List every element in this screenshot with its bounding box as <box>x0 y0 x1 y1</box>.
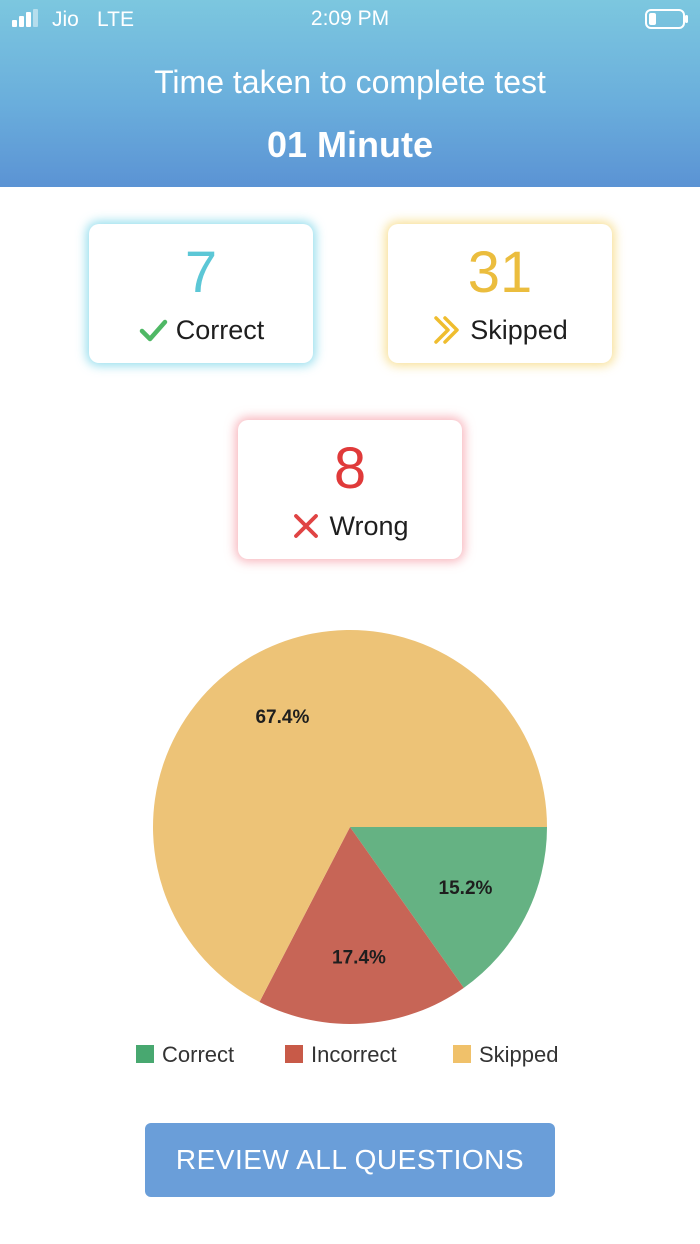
legend-item-correct: Correct <box>136 1042 234 1067</box>
legend-swatch-incorrect <box>285 1045 303 1063</box>
wrong-count-card: 8 Wrong <box>238 420 462 559</box>
skipped-count: 31 <box>467 240 533 305</box>
double-chevron-right-icon <box>434 316 459 344</box>
correct-count: 7 <box>184 240 218 305</box>
check-icon <box>139 319 167 342</box>
wrong-count: 8 <box>333 436 367 501</box>
review-all-questions-button[interactable]: REVIEW ALL QUESTIONS <box>145 1123 555 1197</box>
legend-item-incorrect: Incorrect <box>285 1042 397 1067</box>
results-header: Jio LTE 2:09 PM Time taken to complete t… <box>0 0 700 187</box>
legend-label-incorrect: Incorrect <box>311 1042 397 1067</box>
legend-label-correct: Correct <box>162 1042 234 1067</box>
pie-label-incorrect: 17.4% <box>332 948 386 969</box>
legend-label-skipped: Skipped <box>479 1042 559 1067</box>
time-taken-label: Time taken to complete test <box>154 64 546 100</box>
correct-count-card: 7 Correct <box>89 224 313 363</box>
results-pie-chart: 15.2% 17.4% 67.4% Correct Incorrect Skipped <box>136 630 559 1067</box>
status-time: 2:09 PM <box>310 7 390 30</box>
correct-label: Correct <box>175 314 265 345</box>
skipped-label-row: Skipped <box>388 312 612 348</box>
legend-item-skipped: Skipped <box>453 1042 559 1067</box>
status-bar: Jio LTE 2:09 PM <box>0 0 700 40</box>
time-taken-value: 01 Minute <box>266 124 434 165</box>
pie-label-correct: 15.2% <box>439 878 493 899</box>
x-icon <box>294 514 319 538</box>
wrong-label: Wrong <box>329 510 409 541</box>
skipped-count-card: 31 Skipped <box>388 224 612 363</box>
legend-swatch-correct <box>136 1045 154 1063</box>
skipped-label: Skipped <box>470 314 568 345</box>
pie-label-skipped: 67.4% <box>255 707 309 728</box>
legend-swatch-skipped <box>453 1045 471 1063</box>
battery-icon <box>645 9 688 29</box>
wrong-label-row: Wrong <box>238 508 462 544</box>
correct-label-row: Correct <box>89 312 313 348</box>
